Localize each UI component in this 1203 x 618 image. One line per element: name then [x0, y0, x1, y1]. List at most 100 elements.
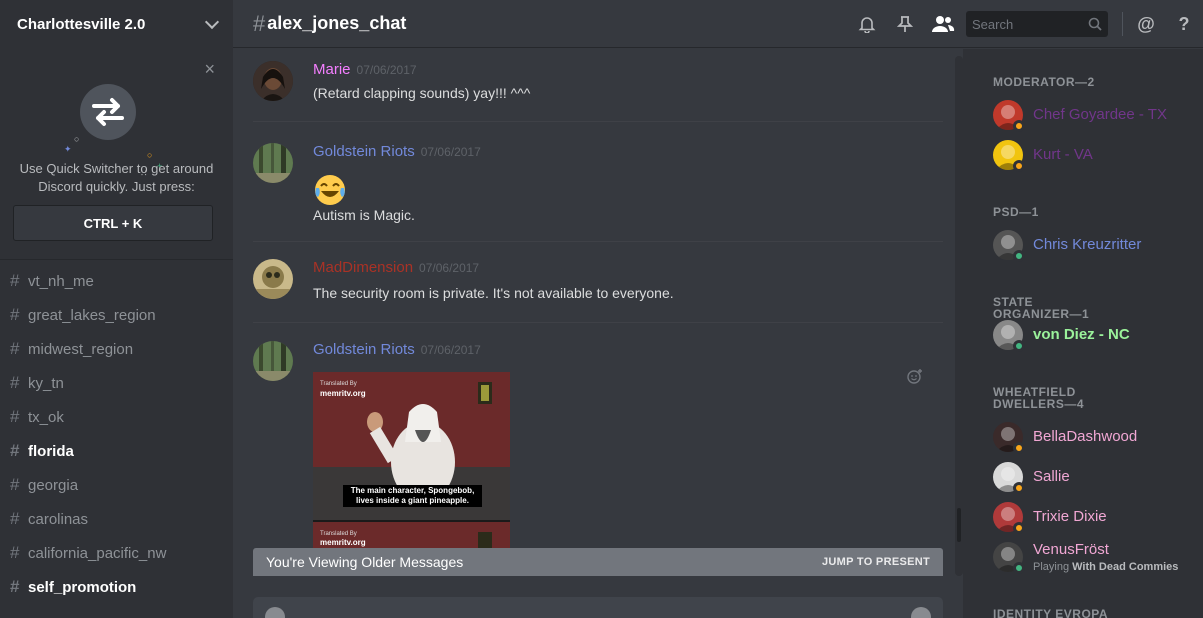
member-item[interactable]: Chris Kreuzritter	[993, 226, 1193, 266]
message-text: (Retard clapping sounds) yay!!! ^^^	[313, 85, 531, 101]
channel-item[interactable]: # florida	[0, 434, 233, 468]
channel-item[interactable]: # california_pacific_nw	[0, 536, 233, 570]
member-item[interactable]: VenusFröst Playing With Dead Commies	[993, 538, 1193, 578]
members-icon[interactable]	[924, 0, 962, 48]
sparkle-icon: ✦	[64, 144, 72, 154]
channel-item[interactable]: # ky_tn	[0, 366, 233, 400]
channel-item[interactable]: # carolinas	[0, 502, 233, 536]
help-icon[interactable]: ?	[1165, 0, 1203, 48]
toolbar-divider	[1122, 12, 1123, 36]
message-timestamp: 07/06/2017	[356, 63, 417, 77]
channel-name: carolinas	[28, 510, 89, 528]
close-icon[interactable]: ×	[204, 60, 215, 78]
jump-to-present-button[interactable]: JUMP TO PRESENT	[822, 556, 930, 568]
quick-switcher-icon	[80, 84, 136, 140]
search-box[interactable]	[966, 11, 1108, 37]
message-author[interactable]: Goldstein Riots	[313, 143, 415, 160]
hash-icon: #	[10, 373, 20, 392]
video-subtitle-line: The main character, Spongebob,	[350, 486, 475, 495]
role-header: PSD—1	[993, 205, 1039, 219]
upload-icon[interactable]	[265, 607, 285, 618]
hash-icon: #	[10, 543, 20, 562]
status-indicator	[1013, 340, 1025, 352]
activity-name: With Dead Commies	[1072, 561, 1179, 573]
older-messages-text: You're Viewing Older Messages	[266, 554, 464, 570]
member-item[interactable]: BellaDashwood	[993, 418, 1193, 458]
channel-name: midwest_region	[28, 340, 134, 358]
video-watermark: Translated By	[320, 531, 357, 537]
role-header: IDENTITY EVROPA—11	[993, 607, 1109, 618]
message-author[interactable]: MadDimension	[313, 259, 413, 276]
mention-icon[interactable]: @	[1127, 0, 1165, 48]
older-messages-bar: You're Viewing Older Messages JUMP TO PR…	[253, 548, 943, 576]
status-indicator	[1013, 442, 1025, 454]
message-author[interactable]: Marie	[313, 61, 351, 78]
member-activity: Playing With Dead Commies	[1033, 561, 1178, 573]
hash-icon: #	[10, 339, 20, 358]
emoji-picker-icon[interactable]	[911, 607, 931, 618]
hash-icon: #	[10, 407, 20, 426]
member-item[interactable]: Sallie	[993, 458, 1193, 498]
message-timestamp: 07/06/2017	[420, 343, 481, 357]
message-composer[interactable]	[253, 597, 943, 618]
pin-icon[interactable]	[886, 0, 924, 48]
member-name: Chris Kreuzritter	[1033, 236, 1142, 253]
quick-switcher-shortcut[interactable]: CTRL + K	[13, 205, 213, 241]
member-name: Chef Goyardee - TX	[1033, 106, 1167, 123]
channel-item[interactable]: # vt_nh_me	[0, 264, 233, 298]
message-scrollbar[interactable]	[955, 56, 963, 576]
message-author[interactable]: Goldstein Riots	[313, 341, 415, 358]
message: Goldstein Riots 07/06/2017 Autism is Mag…	[253, 143, 943, 233]
message-text: The security room is private. It's not a…	[313, 285, 674, 301]
header-toolbar: @ ?	[848, 0, 1203, 48]
add-reaction-icon[interactable]	[907, 368, 923, 384]
channel-item[interactable]: # tx_ok	[0, 400, 233, 434]
video-attachment[interactable]: Translated By memritv.org The main chara…	[313, 372, 510, 552]
member-item[interactable]: Chef Goyardee - TX	[993, 96, 1193, 136]
channel-name: self_promotion	[28, 578, 137, 596]
bell-icon[interactable]	[848, 0, 886, 48]
avatar[interactable]	[253, 259, 293, 299]
message-list[interactable]: Marie 07/06/2017 (Retard clapping sounds…	[233, 49, 962, 618]
video-watermark: memritv.org	[320, 389, 366, 398]
member-name: von Diez - NC	[1033, 326, 1130, 343]
quick-switcher-text: Use Quick Switcher to get around Discord…	[19, 161, 214, 194]
member-name: VenusFröst	[1033, 541, 1109, 558]
message-timestamp: 07/06/2017	[420, 145, 481, 159]
status-indicator	[1013, 482, 1025, 494]
message: MadDimension 07/06/2017 The security roo…	[253, 259, 943, 309]
member-item[interactable]: Kurt - VA	[993, 136, 1193, 176]
channel-item[interactable]: # georgia	[0, 468, 233, 502]
server-name: Charlottesville 2.0	[17, 15, 146, 33]
server-header[interactable]: Charlottesville 2.0	[0, 0, 233, 48]
avatar[interactable]	[253, 341, 293, 381]
channel-name: florida	[28, 442, 74, 460]
joy-emoji-icon	[315, 175, 345, 205]
member-item[interactable]: von Diez - NC	[993, 316, 1193, 356]
status-indicator	[1013, 250, 1025, 262]
video-watermark: memritv.org	[320, 538, 366, 547]
hash-icon: #	[10, 509, 20, 528]
video-subtitle-line: lives inside a giant pineapple.	[356, 496, 469, 505]
channel-name: tx_ok	[28, 408, 64, 426]
search-icon[interactable]	[1088, 17, 1102, 31]
status-indicator	[1013, 562, 1025, 574]
member-item[interactable]: Trixie Dixie	[993, 498, 1193, 538]
activity-prefix: Playing	[1033, 561, 1070, 573]
role-header: MODERATOR—2	[993, 75, 1095, 89]
member-list: MODERATOR—2 Chef Goyardee - TX Kurt - VA PS…	[963, 49, 1203, 618]
message-text: Autism is Magic.	[313, 207, 415, 223]
sparkle-icon: ○	[74, 134, 80, 144]
channel-item[interactable]: # midwest_region	[0, 332, 233, 366]
chevron-down-icon[interactable]	[204, 14, 220, 29]
message-timestamp: 07/06/2017	[419, 261, 480, 275]
search-input[interactable]	[972, 16, 1082, 32]
channel-header: # alex_jones_chat @ ?	[233, 0, 1203, 48]
message-divider	[253, 121, 943, 122]
hash-icon: #	[10, 441, 20, 460]
avatar[interactable]	[253, 61, 293, 101]
avatar[interactable]	[253, 143, 293, 183]
channel-item[interactable]: # great_lakes_region	[0, 298, 233, 332]
scrollbar-thumb[interactable]	[957, 508, 961, 542]
channel-item[interactable]: # self_promotion	[0, 570, 233, 604]
